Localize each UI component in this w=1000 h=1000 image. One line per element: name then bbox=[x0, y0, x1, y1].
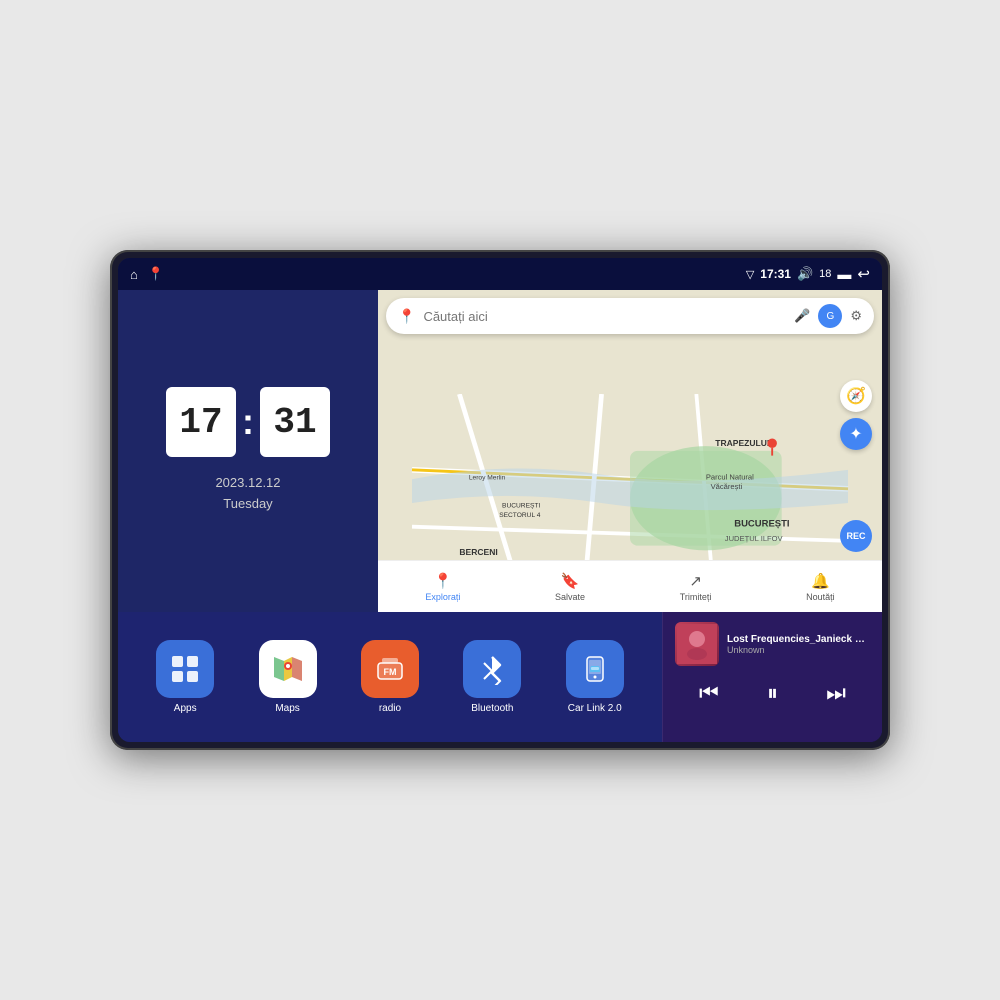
svg-text:BERCENI: BERCENI bbox=[459, 547, 497, 557]
saved-label: Salvate bbox=[555, 592, 585, 602]
map-user-avatar[interactable]: G bbox=[818, 304, 842, 328]
music-next-btn[interactable]: ⏭ bbox=[826, 680, 846, 706]
app-item-bluetooth[interactable]: Bluetooth bbox=[463, 640, 521, 714]
app-item-radio[interactable]: FM radio bbox=[361, 640, 419, 714]
map-pin-icon: 📍 bbox=[398, 308, 415, 325]
clock-hours: 17 bbox=[166, 387, 236, 457]
map-settings-icon[interactable]: ⚙ bbox=[850, 308, 862, 324]
explore-icon: 📍 bbox=[434, 572, 453, 590]
map-nav-send[interactable]: ↗ Trimiteți bbox=[680, 572, 712, 602]
battery-level: 18 bbox=[819, 268, 831, 280]
map-bottom-bar: 📍 Explorați 🔖 Salvate ↗ Trimiteți 🔔 bbox=[378, 560, 882, 612]
map-rec-btn[interactable]: REC bbox=[840, 520, 872, 552]
top-section: 17 : 31 2023.12.12 Tuesday 📍 🎤 bbox=[118, 290, 882, 612]
volume-icon: 🔊 bbox=[797, 266, 813, 282]
signal-icon: ▽ bbox=[746, 268, 754, 281]
app-item-maps[interactable]: Maps bbox=[259, 640, 317, 714]
music-title: Lost Frequencies_Janieck Devy-... bbox=[727, 634, 870, 645]
bottom-section: Apps Ma bbox=[118, 612, 882, 742]
music-panel: Lost Frequencies_Janieck Devy-... Unknow… bbox=[662, 612, 882, 742]
clock-minutes: 31 bbox=[260, 387, 330, 457]
bluetooth-label: Bluetooth bbox=[471, 703, 513, 714]
apps-row: Apps Ma bbox=[118, 612, 662, 742]
battery-icon: ▬ bbox=[837, 266, 851, 282]
apps-icon bbox=[156, 640, 214, 698]
car-display-device: ⌂ 📍 ▽ 17:31 🔊 18 ▬ ↩ 17 : bbox=[110, 250, 890, 750]
app-item-apps[interactable]: Apps bbox=[156, 640, 214, 714]
map-location-btn[interactable]: ✦ bbox=[840, 418, 872, 450]
explore-label: Explorați bbox=[425, 592, 460, 602]
music-prev-btn[interactable]: ⏮ bbox=[699, 680, 719, 706]
radio-label: radio bbox=[379, 703, 401, 714]
radio-icon: FM bbox=[361, 640, 419, 698]
carlink-label: Car Link 2.0 bbox=[568, 703, 622, 714]
send-icon: ↗ bbox=[689, 572, 702, 590]
svg-text:FM: FM bbox=[383, 667, 396, 677]
back-icon[interactable]: ↩ bbox=[857, 265, 870, 283]
status-bar-left: ⌂ 📍 bbox=[130, 266, 164, 282]
send-label: Trimiteți bbox=[680, 592, 712, 602]
device-screen: ⌂ 📍 ▽ 17:31 🔊 18 ▬ ↩ 17 : bbox=[118, 258, 882, 742]
map-search-bar[interactable]: 📍 🎤 G ⚙ bbox=[386, 298, 874, 334]
home-icon[interactable]: ⌂ bbox=[130, 267, 138, 282]
apps-label: Apps bbox=[174, 703, 197, 714]
map-nav-saved[interactable]: 🔖 Salvate bbox=[555, 572, 585, 602]
music-info-row: Lost Frequencies_Janieck Devy-... Unknow… bbox=[675, 622, 870, 666]
main-content: 17 : 31 2023.12.12 Tuesday 📍 🎤 bbox=[118, 290, 882, 742]
svg-text:TRAPEZULUI: TRAPEZULUI bbox=[715, 438, 769, 448]
svg-text:Parcul Natural: Parcul Natural bbox=[706, 472, 754, 481]
map-nav-explore[interactable]: 📍 Explorați bbox=[425, 572, 460, 602]
music-artist: Unknown bbox=[727, 645, 870, 655]
bluetooth-icon bbox=[463, 640, 521, 698]
status-bar-right: ▽ 17:31 🔊 18 ▬ ↩ bbox=[746, 265, 870, 283]
svg-text:Leroy Merlin: Leroy Merlin bbox=[469, 474, 506, 481]
music-controls: ⏮ ⏸ ⏭ bbox=[675, 680, 870, 706]
music-text-info: Lost Frequencies_Janieck Devy-... Unknow… bbox=[727, 634, 870, 655]
clock-panel: 17 : 31 2023.12.12 Tuesday bbox=[118, 290, 378, 612]
map-panel: 📍 🎤 G ⚙ bbox=[378, 290, 882, 612]
svg-text:BUCUREȘTI: BUCUREȘTI bbox=[502, 503, 540, 510]
svg-text:BUCUREȘTI: BUCUREȘTI bbox=[734, 519, 789, 530]
map-search-input[interactable] bbox=[423, 309, 786, 324]
carlink-icon bbox=[566, 640, 624, 698]
maps-icon bbox=[259, 640, 317, 698]
svg-text:SECTORUL 4: SECTORUL 4 bbox=[499, 512, 541, 519]
time-display: 17:31 bbox=[760, 267, 791, 281]
music-play-pause-btn[interactable]: ⏸ bbox=[767, 680, 778, 706]
map-nav-news[interactable]: 🔔 Noutăți bbox=[806, 572, 835, 602]
maps-nav-icon[interactable]: 📍 bbox=[148, 266, 164, 282]
status-bar: ⌂ 📍 ▽ 17:31 🔊 18 ▬ ↩ bbox=[118, 258, 882, 290]
news-label: Noutăți bbox=[806, 592, 835, 602]
music-thumbnail bbox=[675, 622, 719, 666]
maps-label: Maps bbox=[275, 703, 299, 714]
clock-date: 2023.12.12 Tuesday bbox=[215, 473, 280, 515]
clock-colon: : bbox=[242, 401, 254, 443]
clock-display: 17 : 31 bbox=[166, 387, 330, 457]
svg-text:JUDEȚUL ILFOV: JUDEȚUL ILFOV bbox=[725, 534, 784, 543]
app-item-carlink[interactable]: Car Link 2.0 bbox=[566, 640, 624, 714]
saved-icon: 🔖 bbox=[561, 572, 580, 590]
map-compass-btn[interactable]: 🧭 bbox=[840, 380, 872, 412]
svg-text:Văcărești: Văcărești bbox=[711, 482, 743, 491]
news-icon: 🔔 bbox=[811, 572, 830, 590]
map-mic-icon[interactable]: 🎤 bbox=[794, 308, 810, 324]
